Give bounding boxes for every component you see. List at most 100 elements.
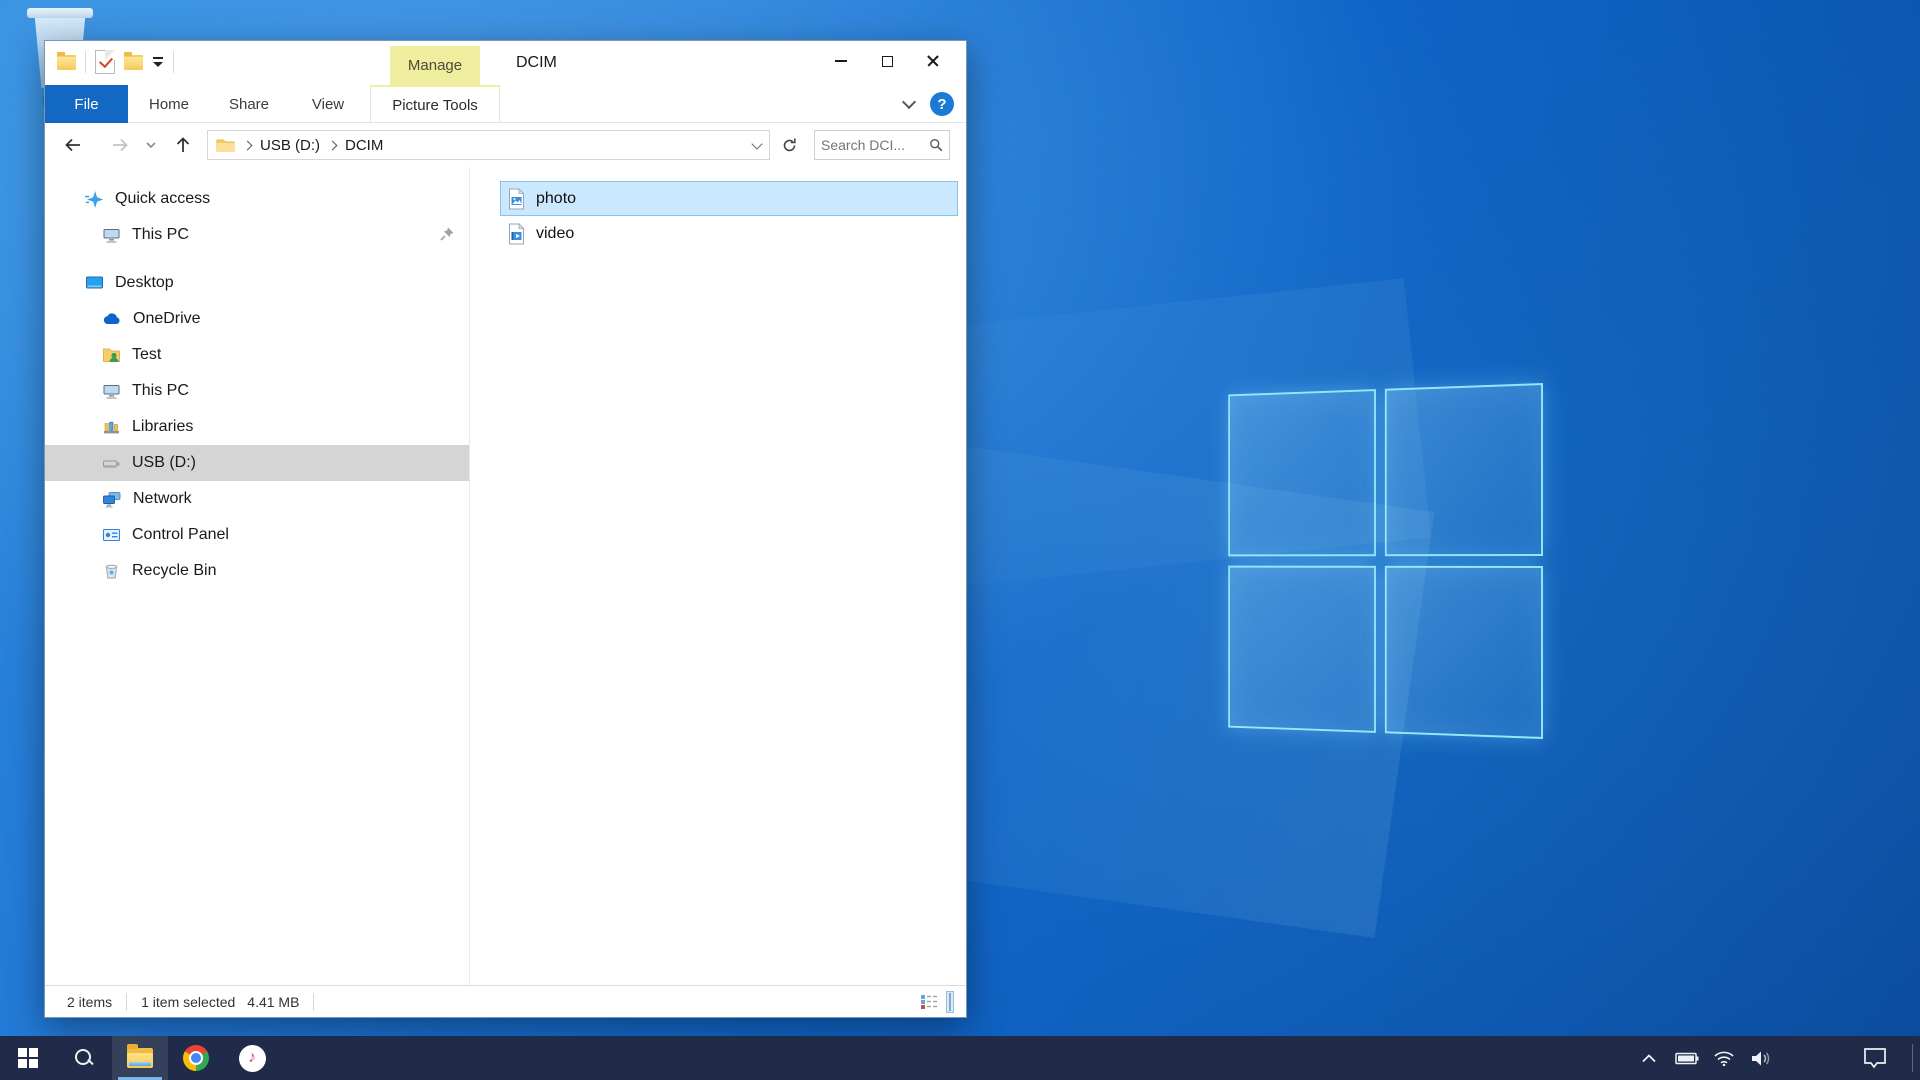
breadcrumb-separator-icon: [328, 140, 338, 150]
tab-share[interactable]: Share: [210, 85, 288, 123]
separator: [85, 51, 86, 73]
tab-picture-tools[interactable]: Picture Tools: [370, 85, 500, 123]
sidebar-item-quick-access[interactable]: Quick access: [45, 181, 469, 217]
taskbar-chrome-button[interactable]: [168, 1036, 224, 1080]
sidebar-label: OneDrive: [133, 310, 201, 328]
selection-summary: 1 item selected: [141, 994, 235, 1010]
taskbar: ♪: [0, 1036, 1920, 1080]
sidebar-label: Libraries: [132, 418, 193, 436]
tab-file[interactable]: File: [45, 85, 128, 123]
windows-start-icon: [18, 1048, 38, 1068]
taskbar-itunes-button[interactable]: ♪: [224, 1036, 280, 1080]
network-icon: [102, 490, 122, 508]
close-icon: [926, 54, 940, 68]
breadcrumb-dcim[interactable]: DCIM: [345, 137, 383, 154]
file-row-video[interactable]: video: [500, 216, 958, 251]
sidebar-label: Network: [133, 490, 192, 508]
volume-tray-button[interactable]: [1746, 1036, 1776, 1080]
details-view-button[interactable]: [920, 993, 938, 1011]
quick-access-star-icon: [85, 190, 104, 209]
chrome-icon: [183, 1045, 209, 1071]
maximize-icon: [882, 56, 893, 67]
sidebar-item-this-pc[interactable]: This PC: [45, 373, 469, 409]
minimize-icon: [835, 60, 847, 62]
sidebar-item-recycle-bin[interactable]: Recycle Bin: [45, 553, 469, 589]
taskbar-search-button[interactable]: [56, 1036, 112, 1080]
customize-chevron-icon[interactable]: [152, 56, 164, 68]
address-dropdown-chevron-icon[interactable]: [751, 138, 762, 149]
separator: [126, 993, 127, 1011]
windows-logo-wallpaper: [1228, 383, 1543, 739]
refresh-button[interactable]: [775, 131, 803, 159]
large-icons-view-button[interactable]: [946, 991, 954, 1013]
quick-access-toolbar: [57, 50, 174, 74]
recycle-bin-icon: [102, 562, 121, 580]
breadcrumb-usb[interactable]: USB (D:): [260, 137, 320, 154]
up-button[interactable]: [165, 127, 201, 163]
tab-home[interactable]: Home: [128, 85, 210, 123]
sidebar-item-network[interactable]: Network: [45, 481, 469, 517]
tab-view[interactable]: View: [288, 85, 368, 123]
sidebar-item-this-pc-pinned[interactable]: This PC: [45, 217, 469, 253]
sidebar-label: Quick access: [115, 190, 210, 208]
chevron-up-icon: [1642, 1054, 1656, 1063]
file-list: photo video: [470, 167, 966, 987]
window-title: DCIM: [516, 54, 557, 72]
control-panel-icon: [102, 526, 121, 544]
thumbnail-icon: [949, 993, 951, 1011]
sidebar-label: This PC: [132, 382, 189, 400]
sidebar-item-usb-drive[interactable]: USB (D:): [45, 445, 469, 481]
itunes-icon: ♪: [239, 1045, 266, 1072]
back-button[interactable]: [55, 127, 91, 163]
close-button[interactable]: [910, 43, 956, 79]
battery-tray-button[interactable]: [1672, 1036, 1702, 1080]
title-bar[interactable]: Manage DCIM: [45, 41, 966, 85]
start-button[interactable]: [0, 1036, 56, 1080]
minimize-button[interactable]: [818, 43, 864, 79]
sidebar-item-libraries[interactable]: Libraries: [45, 409, 469, 445]
screen: Recy Manage DCIM File Home: [0, 0, 1920, 1080]
file-explorer-icon: [127, 1048, 153, 1068]
user-folder-icon: [102, 346, 121, 364]
sidebar-item-test[interactable]: Test: [45, 337, 469, 373]
sidebar-item-desktop[interactable]: Desktop: [45, 265, 469, 301]
new-folder-icon[interactable]: [124, 55, 143, 70]
file-row-photo[interactable]: photo: [500, 181, 958, 216]
sidebar-label: USB (D:): [132, 454, 196, 472]
wifi-tray-button[interactable]: [1709, 1036, 1739, 1080]
maximize-button[interactable]: [864, 43, 910, 79]
sidebar-label: Control Panel: [132, 526, 229, 544]
manage-contextual-tab[interactable]: Manage: [390, 46, 480, 85]
refresh-icon: [781, 137, 798, 154]
sidebar-item-control-panel[interactable]: Control Panel: [45, 517, 469, 553]
search-icon[interactable]: [929, 137, 943, 153]
forward-arrow-icon: [110, 135, 130, 155]
file-name: video: [536, 225, 574, 243]
ribbon-right-controls: ?: [904, 85, 954, 123]
search-input[interactable]: [821, 137, 929, 153]
separator: [173, 51, 174, 73]
windows-logo-pane: [1228, 566, 1376, 733]
help-button[interactable]: ?: [930, 92, 954, 116]
expand-ribbon-chevron-icon[interactable]: [902, 95, 916, 109]
navigation-pane: Quick access This PC: [45, 167, 470, 987]
action-center-button[interactable]: [1860, 1036, 1890, 1080]
sidebar-label: Test: [132, 346, 161, 364]
properties-check-icon[interactable]: [95, 50, 115, 74]
sidebar-item-onedrive[interactable]: OneDrive: [45, 301, 469, 337]
folder-icon[interactable]: [57, 55, 76, 70]
show-desktop-button[interactable]: [1912, 1044, 1913, 1072]
recycle-bin-icon: [27, 8, 93, 18]
navigation-bar: USB (D:) DCIM: [45, 123, 966, 167]
forward-button[interactable]: [102, 127, 138, 163]
pin-icon: [439, 226, 455, 242]
usb-drive-icon: [102, 454, 121, 472]
recent-locations-button[interactable]: [141, 127, 161, 163]
address-bar[interactable]: USB (D:) DCIM: [207, 130, 770, 160]
battery-icon: [1675, 1052, 1699, 1065]
search-box[interactable]: [814, 130, 950, 160]
video-file-icon: [507, 223, 526, 245]
monitor-icon: [102, 226, 121, 244]
taskbar-file-explorer-button[interactable]: [112, 1036, 168, 1080]
hidden-icons-button[interactable]: [1634, 1036, 1664, 1080]
